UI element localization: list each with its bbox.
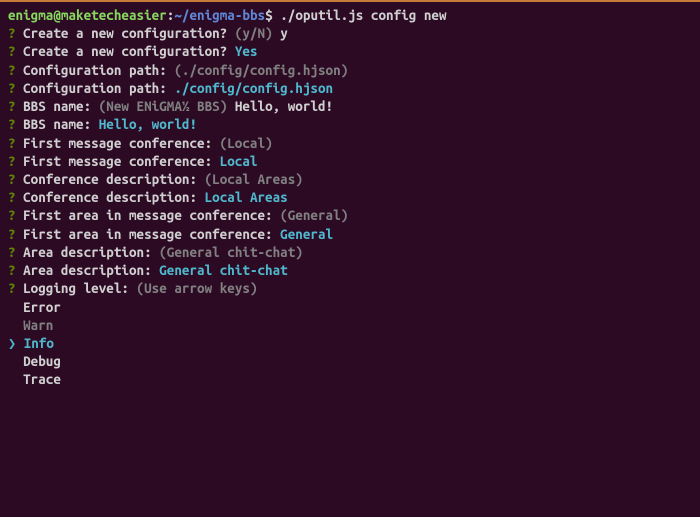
- prompt-create-config: ? Create a new configuration? (y/N) y: [8, 24, 692, 42]
- prompt-label: Logging level:: [23, 280, 129, 296]
- prompt-label: Configuration path:: [23, 62, 167, 78]
- prompt-first-conference: ? First message conference: (Local): [8, 134, 692, 152]
- question-mark-icon: ?: [8, 207, 16, 223]
- shell-at: @: [53, 7, 61, 23]
- option-label: Error: [23, 299, 61, 315]
- window-top-border: [0, 0, 700, 2]
- shell-dollar: $: [265, 7, 273, 23]
- prompt-first-area-answer: ? First area in message conference: Gene…: [8, 225, 692, 243]
- question-mark-icon: ?: [8, 280, 16, 296]
- prompt-label: Create a new configuration?: [23, 25, 227, 41]
- question-mark-icon: ?: [8, 171, 16, 187]
- prompt-create-config-answer: ? Create a new configuration? Yes: [8, 42, 692, 60]
- prompt-conference-desc: ? Conference description: (Local Areas): [8, 170, 692, 188]
- prompt-hint: (General): [280, 207, 348, 223]
- prompt-label: First area in message conference:: [23, 207, 272, 223]
- prompt-area-desc: ? Area description: (General chit-chat): [8, 243, 692, 261]
- prompt-first-area: ? First area in message conference: (Gen…: [8, 206, 692, 224]
- question-mark-icon: ?: [8, 262, 16, 278]
- question-mark-icon: ?: [8, 116, 16, 132]
- prompt-hint: (./config/config.hjson): [174, 62, 348, 78]
- option-label: Trace: [23, 371, 61, 387]
- prompt-answer: Local Areas: [205, 189, 288, 205]
- prompt-label: First area in message conference:: [23, 226, 272, 242]
- prompt-label: Conference description:: [23, 171, 197, 187]
- option-label: Warn: [23, 317, 53, 333]
- prompt-label: Configuration path:: [23, 80, 167, 96]
- prompt-bbs-name-answer: ? BBS name: Hello, world!: [8, 115, 692, 133]
- selector-icon: ❯: [8, 335, 16, 351]
- question-mark-icon: ?: [8, 244, 16, 260]
- question-mark-icon: ?: [8, 135, 16, 151]
- list-option-warn[interactable]: Warn: [8, 316, 692, 334]
- prompt-conference-desc-answer: ? Conference description: Local Areas: [8, 188, 692, 206]
- prompt-label: Area description:: [23, 244, 152, 260]
- question-mark-icon: ?: [8, 25, 16, 41]
- prompt-bbs-name: ? BBS name: (New ENiGMA½ BBS) Hello, wor…: [8, 97, 692, 115]
- prompt-answer: ./config/config.hjson: [174, 80, 333, 96]
- shell-cwd: ~/enigma-bbs: [174, 7, 265, 23]
- prompt-hint: (Use arrow keys): [137, 280, 258, 296]
- prompt-answer: Local: [220, 153, 258, 169]
- question-mark-icon: ?: [8, 153, 16, 169]
- prompt-answer: Hello, world!: [99, 116, 197, 132]
- user-input[interactable]: y: [280, 25, 288, 41]
- prompt-config-path-answer: ? Configuration path: ./config/config.hj…: [8, 79, 692, 97]
- prompt-label: Create a new configuration?: [23, 43, 227, 59]
- list-option-info-selected[interactable]: ❯ Info: [8, 334, 692, 352]
- question-mark-icon: ?: [8, 226, 16, 242]
- option-label: Debug: [23, 353, 61, 369]
- prompt-hint: (Local): [220, 135, 273, 151]
- prompt-label: BBS name:: [23, 116, 91, 132]
- command-text[interactable]: ./oputil.js config new: [280, 7, 446, 23]
- prompt-hint: (y/N): [235, 25, 273, 41]
- shell-user: enigma: [8, 7, 53, 23]
- prompt-hint: (New ENiGMA½ BBS): [99, 98, 228, 114]
- list-option-debug[interactable]: Debug: [8, 352, 692, 370]
- prompt-hint: (General chit-chat): [159, 244, 303, 260]
- question-mark-icon: ?: [8, 62, 16, 78]
- prompt-label: BBS name:: [23, 98, 91, 114]
- question-mark-icon: ?: [8, 43, 16, 59]
- list-option-trace[interactable]: Trace: [8, 370, 692, 388]
- prompt-label: First message conference:: [23, 153, 212, 169]
- question-mark-icon: ?: [8, 80, 16, 96]
- prompt-logging-level: ? Logging level: (Use arrow keys): [8, 279, 692, 297]
- option-label: Info: [24, 335, 54, 351]
- shell-prompt-line: enigma@maketecheasier:~/enigma-bbs$ ./op…: [8, 6, 692, 24]
- prompt-label: Area description:: [23, 262, 152, 278]
- prompt-area-desc-answer: ? Area description: General chit-chat: [8, 261, 692, 279]
- shell-host: maketecheasier: [61, 7, 167, 23]
- prompt-answer: General: [280, 226, 333, 242]
- prompt-label: Conference description:: [23, 189, 197, 205]
- prompt-answer: General chit-chat: [159, 262, 288, 278]
- question-mark-icon: ?: [8, 189, 16, 205]
- question-mark-icon: ?: [8, 98, 16, 114]
- prompt-hint: (Local Areas): [205, 171, 303, 187]
- prompt-label: First message conference:: [23, 135, 212, 151]
- prompt-first-conference-answer: ? First message conference: Local: [8, 152, 692, 170]
- list-option-error[interactable]: Error: [8, 298, 692, 316]
- user-input[interactable]: Hello, world!: [235, 98, 333, 114]
- prompt-config-path: ? Configuration path: (./config/config.h…: [8, 61, 692, 79]
- prompt-answer: Yes: [235, 43, 258, 59]
